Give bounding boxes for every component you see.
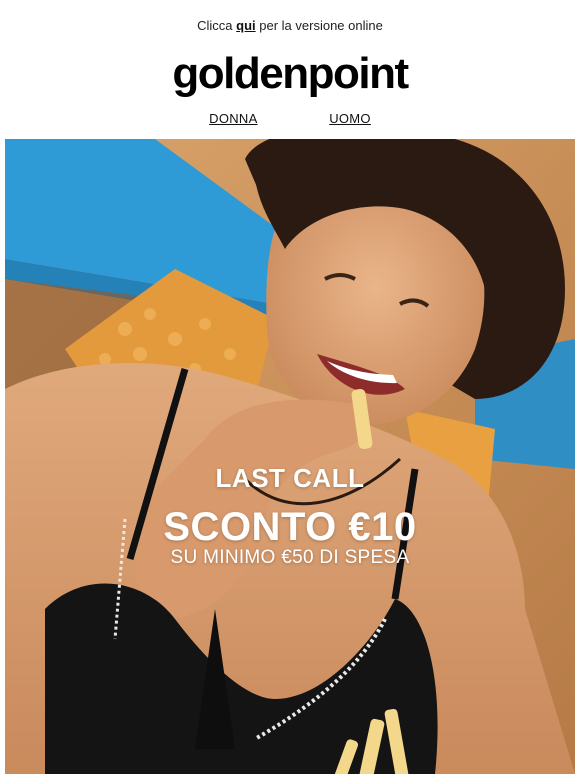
- hero-photo: [5, 139, 575, 774]
- hero-offer: SCONTO €10: [163, 505, 417, 549]
- hero-headline: LAST CALL: [215, 463, 365, 493]
- logo-text: goldenpoint: [172, 52, 409, 98]
- preheader-prefix: Clicca: [197, 18, 237, 33]
- online-version-link[interactable]: qui: [236, 18, 256, 33]
- preheader: Clicca qui per la versione online: [5, 18, 575, 33]
- brand-logo[interactable]: goldenpoint: [5, 49, 575, 109]
- category-nav: DONNA UOMO: [5, 111, 575, 126]
- logo-wordmark: goldenpoint: [172, 49, 411, 98]
- hero-banner[interactable]: LAST CALL SCONTO €10 SU MINIMO €50 DI SP…: [5, 139, 575, 774]
- hero-condition: SU MINIMO €50 DI SPESA: [170, 547, 410, 568]
- nav-link-donna[interactable]: DONNA: [209, 111, 257, 126]
- email-page: Clicca qui per la versione online golden…: [5, 0, 575, 774]
- nav-link-uomo[interactable]: UOMO: [329, 111, 371, 126]
- preheader-suffix: per la versione online: [255, 18, 383, 33]
